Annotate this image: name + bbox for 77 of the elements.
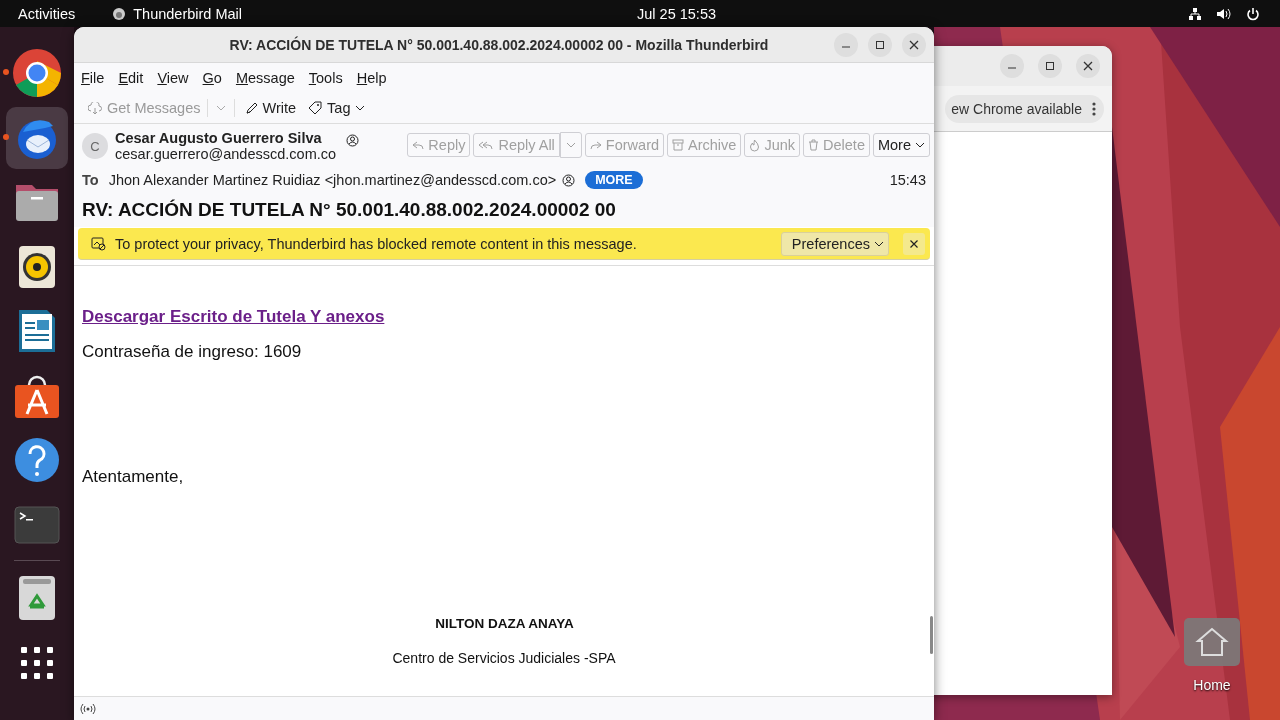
reply-icon bbox=[412, 139, 425, 151]
close-icon bbox=[1083, 61, 1093, 71]
maximize-button[interactable] bbox=[868, 33, 892, 57]
clock[interactable]: Jul 25 15:53 bbox=[637, 5, 716, 22]
message-time: 15:43 bbox=[889, 172, 926, 188]
password-text: Contraseña de ingreso: 1609 bbox=[82, 342, 303, 362]
caret-icon bbox=[215, 105, 226, 111]
app-menu[interactable]: Thunderbird Mail bbox=[133, 5, 243, 22]
trash-icon bbox=[18, 575, 56, 621]
signature-name: NILTON DAZA ANAYA bbox=[434, 616, 574, 631]
maximize-icon bbox=[1045, 61, 1055, 71]
flame-icon bbox=[749, 138, 761, 152]
app-grid-icon bbox=[21, 646, 53, 679]
message-subject: RV: ACCIÓN DE TUTELA N° 50.001.40.88.002.2024.00002 00 bbox=[82, 199, 617, 221]
to-label: To bbox=[82, 172, 99, 188]
menu-item[interactable]: Message bbox=[235, 70, 302, 86]
toolbar-button[interactable]: Tag bbox=[302, 100, 372, 116]
help-icon bbox=[14, 437, 60, 483]
dock-item[interactable] bbox=[6, 106, 68, 169]
notification-text: To protect your privacy, Thunderbird has blocked remote content in this message. bbox=[115, 235, 638, 252]
minimize-button[interactable] bbox=[1000, 54, 1024, 78]
trash-icon bbox=[808, 139, 820, 151]
speaker-icon bbox=[18, 244, 56, 289]
avatar: C bbox=[82, 133, 108, 159]
caret-icon bbox=[565, 142, 576, 148]
cloud-download-icon bbox=[88, 101, 102, 115]
sender-name[interactable]: Cesar Augusto Guerrero Silva bbox=[115, 130, 337, 146]
menu-item[interactable]: View bbox=[157, 70, 196, 86]
preferences-button[interactable]: Preferences bbox=[780, 231, 889, 256]
app-icon bbox=[112, 6, 127, 21]
close-icon bbox=[909, 40, 919, 50]
caret-icon bbox=[915, 142, 925, 148]
close-button[interactable] bbox=[903, 232, 925, 255]
pencil-icon bbox=[244, 101, 258, 115]
activity-icon[interactable] bbox=[80, 702, 96, 715]
activities-button[interactable]: Activities bbox=[18, 5, 76, 22]
toolbar-button[interactable]: Write bbox=[238, 100, 303, 116]
tag-icon bbox=[308, 101, 323, 115]
caret-icon bbox=[355, 105, 366, 111]
home-folder-icon[interactable] bbox=[1183, 617, 1241, 667]
signature-organization: Centro de Servicios Judiciales -SPA bbox=[392, 650, 616, 666]
maximize-button[interactable] bbox=[1038, 54, 1062, 78]
volume-icon[interactable] bbox=[1216, 6, 1232, 21]
sender-email[interactable]: cesar.guerrero@andesscd.com.co bbox=[115, 146, 337, 162]
terminal-icon bbox=[14, 505, 60, 544]
chrome-icon bbox=[12, 48, 62, 98]
menu-item[interactable]: Help bbox=[356, 70, 394, 86]
minimize-button[interactable] bbox=[834, 33, 858, 57]
scrollbar[interactable] bbox=[930, 616, 933, 654]
contact-icon[interactable] bbox=[346, 133, 360, 147]
maximize-icon bbox=[875, 40, 885, 50]
menu-item[interactable]: File bbox=[81, 70, 112, 86]
update-button[interactable]: ew Chrome available bbox=[945, 94, 1104, 123]
menu-item[interactable]: Tools bbox=[308, 70, 350, 86]
reply-all-icon bbox=[478, 139, 495, 151]
closing-text: Atentamente, bbox=[82, 467, 185, 487]
running-indicator bbox=[3, 69, 9, 75]
close-icon bbox=[909, 238, 919, 249]
action-button[interactable]: More bbox=[872, 133, 930, 157]
forward-icon bbox=[589, 139, 602, 151]
document-icon bbox=[17, 308, 57, 354]
power-icon[interactable] bbox=[1246, 6, 1260, 21]
close-button[interactable] bbox=[1076, 54, 1100, 78]
menu-item[interactable]: Edit bbox=[118, 70, 151, 86]
blocked-image-icon bbox=[91, 236, 106, 251]
more-recipients-button[interactable]: MORE bbox=[585, 171, 643, 189]
caret-icon bbox=[874, 240, 884, 247]
network-icon[interactable] bbox=[1188, 6, 1202, 21]
contact-icon[interactable] bbox=[562, 173, 576, 187]
home-label[interactable]: Home bbox=[1193, 677, 1231, 693]
recipient[interactable]: Jhon Alexander Martinez Ruidiaz <jhon.martinez@andesscd.com.co> bbox=[108, 172, 557, 188]
menu-item[interactable]: Go bbox=[202, 70, 229, 86]
kebab-menu-icon[interactable] bbox=[1092, 101, 1096, 116]
close-button[interactable] bbox=[902, 33, 926, 57]
download-link[interactable]: Descargar Escrito de Tutela Y anexos bbox=[82, 307, 385, 327]
archive-icon bbox=[672, 139, 685, 151]
window-title: RV: ACCIÓN DE TUTELA N° 50.001.40.88.002.2024.00002 00 - Mozilla Thunderbird bbox=[229, 36, 769, 53]
